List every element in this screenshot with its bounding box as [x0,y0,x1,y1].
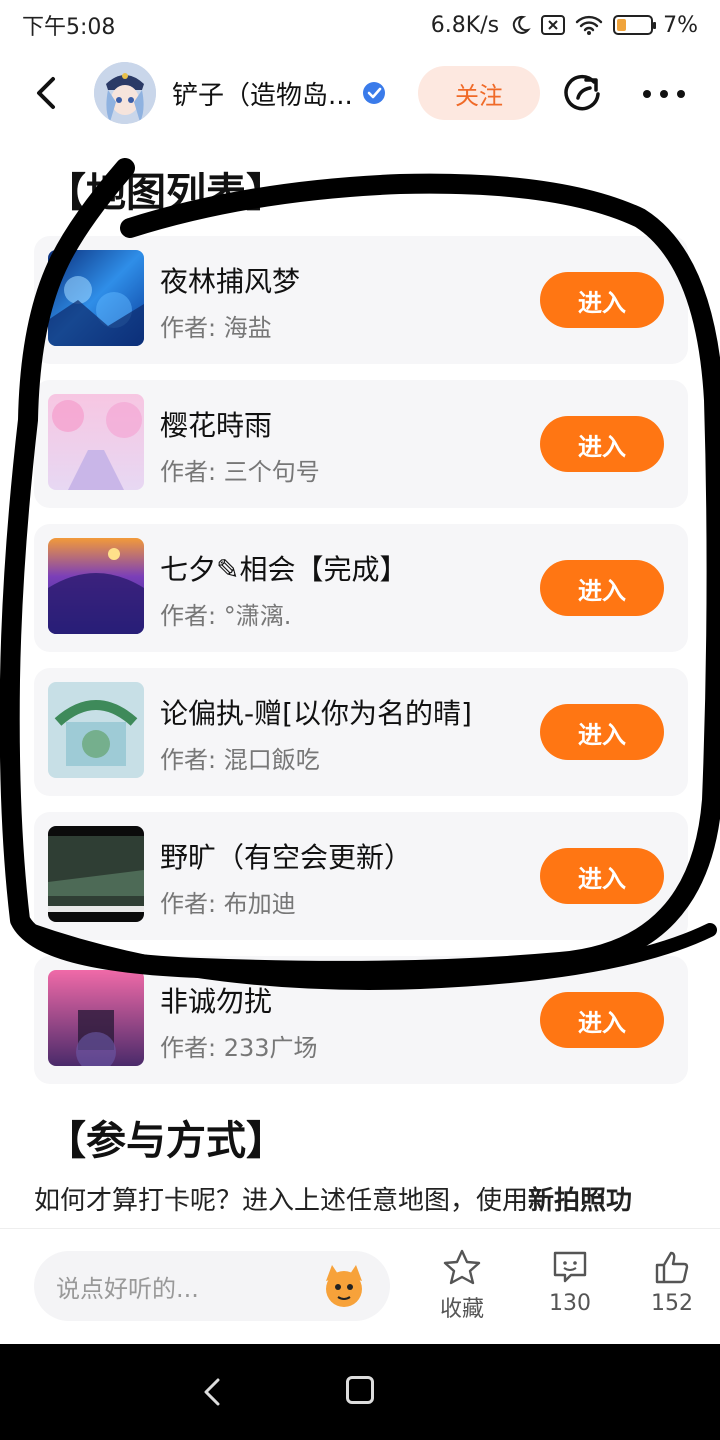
more-button[interactable] [636,70,692,118]
enter-button[interactable]: 进入 [540,416,664,472]
back-button[interactable] [16,63,76,123]
map-title: 非诚勿扰 [160,985,273,1018]
comment-placeholder: 说点好听的... [56,1274,199,1303]
map-thumbnail [48,682,144,778]
verified-icon [361,80,387,106]
map-card[interactable]: 论偏执-赠[以你为名的晴] 作者: 混口飯吃 进入 [34,668,688,796]
comment-input[interactable]: 说点好听的... [34,1251,390,1321]
map-list-title: 【地图列表】 [46,170,286,216]
moon-icon [509,14,531,36]
map-card[interactable]: 夜林捕风梦 作者: 海盐 进入 [34,236,688,364]
participation-text-bold: 新拍照功 [528,1186,633,1216]
map-card[interactable]: 非诚勿扰 作者: 233广场 进入 [34,956,688,1084]
map-thumbnail [48,394,144,490]
map-card[interactable]: 七夕✎相会【完成】 作者: °潇漓. 进入 [34,524,688,652]
participation-text: 如何才算打卡呢？进入上述任意地图，使用新拍照功 [34,1180,632,1217]
sim-icon [541,15,566,35]
battery-fill [617,19,627,31]
participation-title: 【参与方式】 [46,1118,286,1164]
map-author: 作者: 混口飯吃 [160,746,320,774]
bottom-bar: 说点好听的... 收藏 130 152 [0,1228,720,1344]
avatar[interactable] [94,62,156,124]
map-title: 野旷（有空会更新） [160,841,413,874]
share-icon [564,74,600,111]
header: 铲子（造物岛... 关注 [0,52,720,134]
map-title: 论偏执-赠[以你为名的晴] [160,697,472,730]
follow-button[interactable]: 关注 [418,66,540,120]
nav-back-icon[interactable] [196,1374,232,1410]
map-thumbnail [48,826,144,922]
mascot-emoji-icon[interactable] [318,1261,370,1311]
author-name[interactable]: 铲子（造物岛... [172,75,353,112]
map-title: 夜林捕风梦 [160,265,301,298]
more-icon [643,90,685,98]
map-author: 作者: °潇漓. [160,602,292,630]
map-thumbnail [48,538,144,634]
map-title: 樱花時雨 [160,409,273,442]
map-author: 作者: 233广场 [160,1034,318,1062]
like-button[interactable]: 152 [632,1249,712,1316]
network-speed: 6.8K/s [430,12,500,38]
comment-icon [553,1251,587,1283]
like-count: 152 [651,1291,693,1316]
map-author: 作者: 布加迪 [160,890,296,918]
comment-button[interactable]: 130 [530,1249,610,1316]
map-title: 七夕✎相会【完成】 [160,553,408,586]
enter-button[interactable]: 进入 [540,560,664,616]
enter-button[interactable]: 进入 [540,848,664,904]
nav-home-icon[interactable] [346,1376,374,1404]
star-icon [443,1249,481,1285]
share-button[interactable] [560,70,608,118]
status-time: 下午5:08 [22,15,116,40]
system-nav-bar [0,1344,720,1440]
status-right: 6.8K/s 7% [431,13,698,38]
map-author: 作者: 三个句号 [160,458,320,486]
battery-percent: 7% [663,12,698,38]
back-arrow-icon [37,77,55,109]
map-list: 夜林捕风梦 作者: 海盐 进入 樱花時雨 作者: 三个句号 进入 七夕✎相会【完… [34,236,688,1100]
comment-count: 130 [549,1291,591,1316]
participation-text-prefix: 如何才算打卡呢？进入上述任意地图，使用 [34,1186,529,1216]
battery-icon [613,15,657,35]
map-card[interactable]: 樱花時雨 作者: 三个句号 进入 [34,380,688,508]
enter-button[interactable]: 进入 [540,992,664,1048]
wifi-icon [575,14,603,36]
thumbs-up-icon [655,1251,689,1284]
map-thumbnail [48,970,144,1066]
favorite-label: 收藏 [439,1297,484,1322]
enter-button[interactable]: 进入 [540,704,664,760]
enter-button[interactable]: 进入 [540,272,664,328]
map-card[interactable]: 野旷（有空会更新） 作者: 布加迪 进入 [34,812,688,940]
map-author: 作者: 海盐 [160,314,272,342]
favorite-button[interactable]: 收藏 [422,1249,502,1323]
avatar-image [94,62,156,124]
status-bar: 下午5:08 6.8K/s 7% [0,0,720,50]
map-thumbnail [48,250,144,346]
